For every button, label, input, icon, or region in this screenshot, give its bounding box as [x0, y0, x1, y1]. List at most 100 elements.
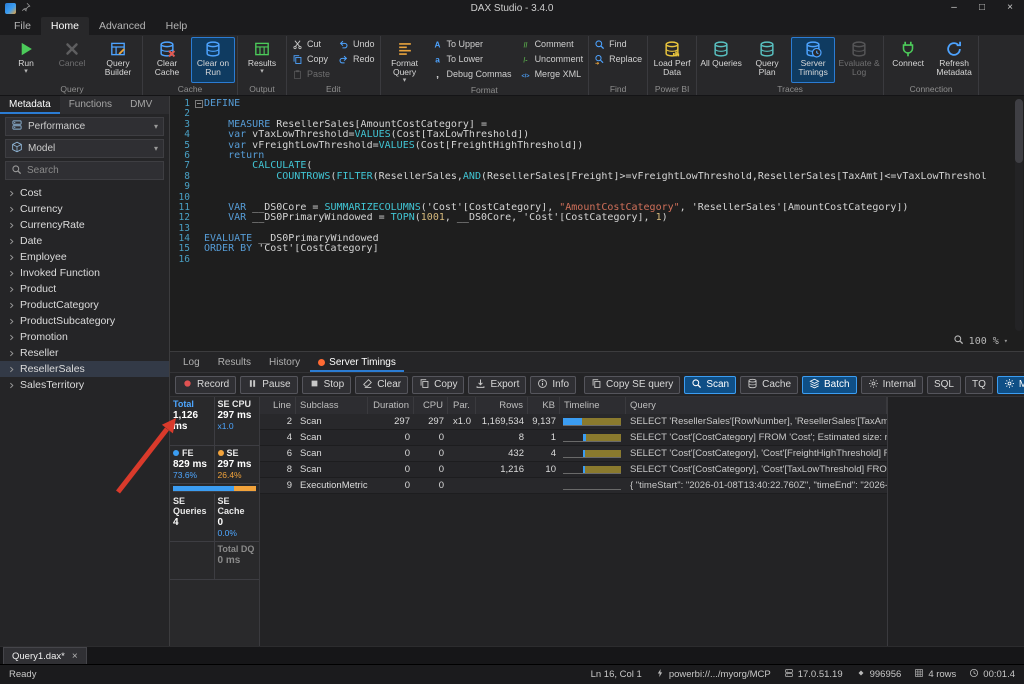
scrollbar-thumb[interactable] [1015, 99, 1023, 163]
stop-button[interactable]: Stop [302, 376, 352, 394]
info-button[interactable]: Info [530, 376, 576, 394]
sidebar-item-productcategory[interactable]: ProductCategory [0, 297, 169, 313]
ribbon-tab-advanced[interactable]: Advanced [89, 17, 156, 35]
ribbon-tab-home[interactable]: Home [41, 17, 89, 35]
zoom-control[interactable]: 100 % ▾ [953, 334, 1008, 348]
undo-button[interactable]: Undo [335, 37, 378, 51]
internal-button[interactable]: Internal [861, 376, 923, 394]
ribbon-tab-help[interactable]: Help [156, 17, 198, 35]
clear-button[interactable]: Clear [355, 376, 408, 394]
maximize-button[interactable]: □ [968, 0, 996, 17]
chevron-right-icon[interactable] [7, 333, 17, 342]
chevron-right-icon[interactable] [7, 189, 17, 198]
run-button[interactable]: Run▾ [4, 37, 48, 83]
chevron-right-icon[interactable] [7, 317, 17, 326]
sidebar-item-date[interactable]: Date [0, 233, 169, 249]
chevron-right-icon[interactable] [7, 365, 17, 374]
tab-history[interactable]: History [261, 352, 308, 372]
tab-server-timings[interactable]: Server Timings [310, 352, 404, 372]
chevron-right-icon[interactable] [7, 285, 17, 294]
results-button[interactable]: Results▾ [240, 37, 284, 83]
copy-se-query-button[interactable]: Copy SE query [584, 376, 680, 394]
find-button[interactable]: Find [591, 37, 645, 51]
pause-button[interactable]: Pause [240, 376, 297, 394]
sidebar-item-cost[interactable]: Cost [0, 185, 169, 201]
paste-button[interactable]: Paste [289, 67, 333, 81]
pin-icon[interactable] [21, 2, 31, 15]
selector-model[interactable]: Model▾ [5, 139, 164, 158]
table-row[interactable]: 6Scan004324SELECT 'Cost'[CostCategory], … [260, 446, 887, 462]
table-row[interactable]: 2Scan297297x1.01,169,5349,137SELECT 'Res… [260, 414, 887, 430]
tab-functions[interactable]: Functions [60, 96, 121, 114]
sidebar-item-currencyrate[interactable]: CurrencyRate [0, 217, 169, 233]
tab-dmv[interactable]: DMV [121, 96, 161, 114]
refresh-metadata-button[interactable]: Refresh Metadata [932, 37, 976, 83]
cache-button[interactable]: Cache [740, 376, 798, 394]
export-button[interactable]: Export [468, 376, 526, 394]
zoom-level[interactable]: 100 % [969, 336, 999, 347]
column-header-subclass[interactable]: Subclass [296, 397, 368, 414]
sidebar-item-employee[interactable]: Employee [0, 249, 169, 265]
tab-metadata[interactable]: Metadata [0, 96, 60, 114]
dax-editor[interactable]: 1−DEFINE23 MEASURE ResellerSales[AmountC… [170, 96, 1024, 351]
sidebar-item-invoked-function[interactable]: Invoked Function [0, 265, 169, 281]
record-button[interactable]: Record [175, 376, 236, 394]
copy-button[interactable]: Copy [289, 52, 333, 66]
chevron-right-icon[interactable] [7, 205, 17, 214]
cut-button[interactable]: Cut [289, 37, 333, 51]
fold-marker[interactable]: − [195, 100, 203, 108]
debug-commas-button[interactable]: ,Debug Commas [429, 67, 515, 81]
column-header-kb[interactable]: KB [528, 397, 560, 414]
to-lower-button[interactable]: aTo Lower [429, 52, 515, 66]
chevron-right-icon[interactable] [7, 381, 17, 390]
table-row[interactable]: 4Scan0081SELECT 'Cost'[CostCategory] FRO… [260, 430, 887, 446]
column-header-par[interactable]: Par. [448, 397, 476, 414]
metrics-button[interactable]: Metrics [997, 376, 1024, 394]
search-box[interactable] [5, 161, 164, 180]
clear-on-run-button[interactable]: Clear on Run [191, 37, 235, 83]
column-header-query[interactable]: Query [626, 397, 887, 414]
copy-button[interactable]: Copy [412, 376, 464, 394]
redo-button[interactable]: Redo [335, 52, 378, 66]
sidebar-item-product[interactable]: Product [0, 281, 169, 297]
chevron-right-icon[interactable] [7, 349, 17, 358]
minimize-button[interactable]: – [940, 0, 968, 17]
merge-xml-button[interactable]: </>Merge XML [517, 67, 587, 81]
connect-button[interactable]: Connect [886, 37, 930, 83]
column-header-rows[interactable]: Rows [476, 397, 528, 414]
query-builder-button[interactable]: Query Builder [96, 37, 140, 83]
sidebar-item-salesterritory[interactable]: SalesTerritory [0, 377, 169, 393]
tab-log[interactable]: Log [175, 352, 208, 372]
sidebar-item-reseller[interactable]: Reseller [0, 345, 169, 361]
column-header-cpu[interactable]: CPU [414, 397, 448, 414]
chevron-right-icon[interactable] [7, 269, 17, 278]
sql-button[interactable]: SQL [927, 376, 961, 394]
query-plan-button[interactable]: Query Plan [745, 37, 789, 83]
selector-performance[interactable]: Performance▾ [5, 117, 164, 136]
chevron-right-icon[interactable] [7, 301, 17, 310]
sidebar-item-resellersales[interactable]: ResellerSales [0, 361, 169, 377]
column-header-line[interactable]: Line [260, 397, 296, 414]
format-query-button[interactable]: Format Query▾ [383, 37, 427, 85]
tab-results[interactable]: Results [210, 352, 259, 372]
close-button[interactable]: × [996, 0, 1024, 17]
sidebar-item-currency[interactable]: Currency [0, 201, 169, 217]
evaluate-log-button[interactable]: Evaluate & Log [837, 37, 881, 83]
replace-button[interactable]: Replace [591, 52, 645, 66]
comment-button[interactable]: //Comment [517, 37, 587, 51]
chevron-right-icon[interactable] [7, 253, 17, 262]
sidebar-item-productsubcategory[interactable]: ProductSubcategory [0, 313, 169, 329]
chevron-right-icon[interactable] [7, 221, 17, 230]
search-input[interactable] [27, 165, 159, 176]
editor-scrollbar[interactable] [1015, 99, 1023, 331]
close-tab-icon[interactable]: × [72, 651, 78, 662]
uncomment-button[interactable]: /-Uncomment [517, 52, 587, 66]
column-header-duration[interactable]: Duration [368, 397, 414, 414]
column-header-timeline[interactable]: Timeline [560, 397, 626, 414]
table-row[interactable]: 8Scan001,21610SELECT 'Cost'[CostCategory… [260, 462, 887, 478]
load-perf-data-button[interactable]: Load Perf Data [650, 37, 694, 83]
sidebar-item-promotion[interactable]: Promotion [0, 329, 169, 345]
batch-button[interactable]: Batch [802, 376, 857, 394]
server-timings-button[interactable]: Server Timings [791, 37, 835, 83]
chevron-right-icon[interactable] [7, 237, 17, 246]
